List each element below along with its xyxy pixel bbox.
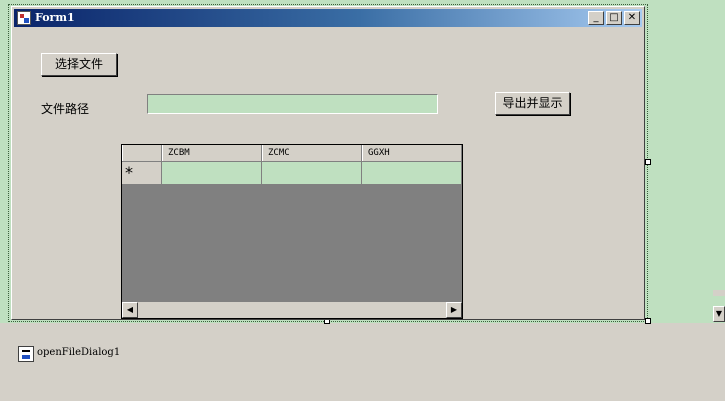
- resize-handle-corner[interactable]: [645, 318, 651, 324]
- scrollbar-thumb[interactable]: [713, 0, 725, 290]
- open-file-dialog-icon: [18, 346, 34, 362]
- column-header-zcmc[interactable]: ZCMC: [262, 145, 362, 161]
- scroll-down-icon[interactable]: ▼: [713, 306, 725, 322]
- maximize-button[interactable]: □: [606, 11, 622, 25]
- file-path-input[interactable]: [147, 94, 438, 114]
- designer-canvas: Form1 _ □ ✕ 选择文件 文件路径 导出并显示 ZCBM ZCMC GG…: [0, 0, 725, 324]
- component-tray-label[interactable]: openFileDialog1: [37, 347, 120, 358]
- grid-header: ZCBM ZCMC GGXH: [122, 145, 462, 162]
- window-title: Form1: [35, 11, 75, 24]
- grid-cell-ggxh[interactable]: [362, 162, 462, 184]
- app-icon: [17, 11, 31, 25]
- form-window[interactable]: Form1 _ □ ✕ 选择文件 文件路径 导出并显示 ZCBM ZCMC GG…: [11, 6, 645, 320]
- export-and-display-button[interactable]: 导出并显示: [495, 92, 570, 115]
- data-grid[interactable]: ZCBM ZCMC GGXH * ◀ ▶: [121, 144, 463, 319]
- scroll-right-icon[interactable]: ▶: [446, 302, 462, 318]
- grid-cell-zcmc[interactable]: [262, 162, 362, 184]
- resize-handle-right[interactable]: [645, 159, 651, 165]
- grid-new-row[interactable]: *: [122, 162, 462, 184]
- close-button[interactable]: ✕: [624, 11, 640, 25]
- minimize-button[interactable]: _: [588, 11, 604, 25]
- file-path-label: 文件路径: [41, 102, 90, 116]
- grid-horizontal-scrollbar[interactable]: ◀ ▶: [122, 302, 462, 318]
- select-file-button[interactable]: 选择文件: [41, 53, 117, 76]
- column-header-ggxh[interactable]: GGXH: [362, 145, 462, 161]
- column-header-zcbm[interactable]: ZCBM: [162, 145, 262, 161]
- new-row-marker[interactable]: *: [122, 162, 162, 184]
- title-bar[interactable]: Form1 _ □ ✕: [14, 9, 642, 27]
- scroll-left-icon[interactable]: ◀: [122, 302, 138, 318]
- designer-vertical-scrollbar[interactable]: ▼: [713, 0, 725, 323]
- grid-cell-zcbm[interactable]: [162, 162, 262, 184]
- grid-corner-header[interactable]: [122, 145, 162, 161]
